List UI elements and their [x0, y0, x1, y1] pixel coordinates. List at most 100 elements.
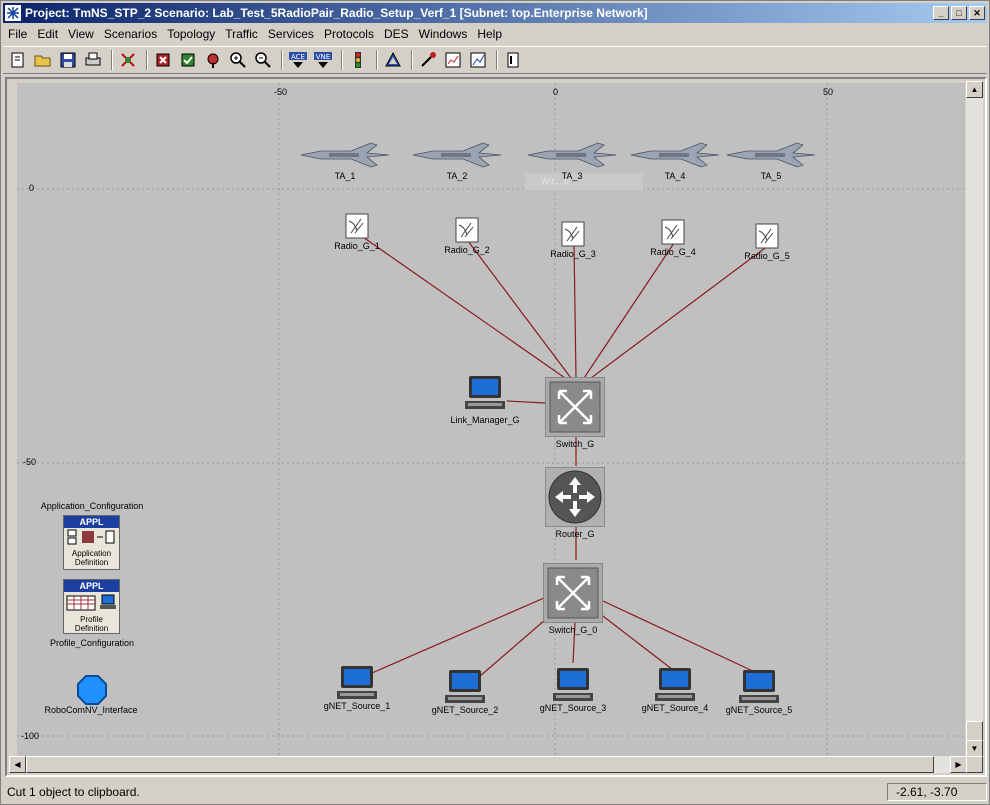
menu-protocols[interactable]: Protocols [319, 27, 379, 41]
radio-node[interactable] [345, 213, 369, 242]
coordinate-readout: -2.61, -3.70 [887, 783, 987, 801]
aircraft-label: TA_5 [760, 171, 782, 181]
menu-traffic[interactable]: Traffic [220, 27, 263, 41]
switch-icon [544, 376, 606, 438]
window-title: Project: TmNS_STP_2 Scenario: Lab_Test_5… [25, 6, 648, 20]
workstation-icon [655, 668, 695, 701]
aircraft-icon [527, 142, 617, 168]
source-node[interactable] [553, 667, 593, 706]
scroll-up-button[interactable]: ▲ [966, 81, 983, 98]
profile-config-caption-1: Profile [80, 615, 103, 624]
return-parent-icon[interactable] [202, 49, 224, 71]
menu-topology[interactable]: Topology [162, 27, 220, 41]
network-canvas[interactable]: -50 0 50 0 -50 -100 Wir... p TA_1 TA_2 TA_… [17, 83, 965, 757]
app-icon [5, 5, 21, 21]
app-config-node[interactable]: APPL Application Definition [63, 515, 120, 570]
hide-graphs-icon[interactable] [417, 49, 439, 71]
radio-antenna-icon [755, 223, 779, 249]
source-label: gNET_Source_4 [641, 703, 709, 713]
close-button[interactable]: ✕ [969, 6, 985, 20]
menu-windows[interactable]: Windows [414, 27, 473, 41]
aircraft-icon [300, 142, 390, 168]
title-bar[interactable]: Project: TmNS_STP_2 Scenario: Lab_Test_5… [3, 3, 987, 23]
zoom-in-icon[interactable] [227, 49, 249, 71]
source-label: gNET_Source_5 [725, 705, 793, 715]
results-icon[interactable] [382, 49, 404, 71]
svg-text:ACE: ACE [291, 53, 305, 61]
aircraft-node[interactable] [526, 141, 618, 172]
radio-node[interactable] [661, 219, 685, 248]
scroll-right-button[interactable]: ▶ [950, 756, 967, 773]
vertical-scrollbar[interactable]: ▲ ▼ [966, 81, 983, 757]
new-project-icon[interactable] [7, 49, 29, 71]
aircraft-icon [726, 142, 816, 168]
object-palette-icon[interactable] [117, 49, 139, 71]
application-icon [67, 529, 115, 545]
source-node[interactable] [337, 665, 377, 704]
scroll-down-button[interactable]: ▼ [966, 740, 983, 757]
link-manager-node[interactable] [465, 375, 505, 414]
workstation-icon [337, 666, 377, 699]
radio-label: Radio_G_5 [744, 251, 790, 261]
source-node[interactable] [445, 669, 485, 708]
horizontal-scrollbar[interactable]: ◀ ▶ [9, 756, 967, 773]
vne-icon[interactable]: VNE [312, 49, 334, 71]
scroll-thumb-h[interactable] [26, 756, 934, 773]
aircraft-node[interactable] [629, 141, 721, 172]
y-tick-neg100: -100 [21, 731, 40, 741]
menu-view[interactable]: View [63, 27, 99, 41]
menu-help[interactable]: Help [472, 27, 507, 41]
menu-services[interactable]: Services [263, 27, 319, 41]
y-tick-neg50: -50 [23, 457, 37, 467]
scroll-thumb-v[interactable] [966, 721, 983, 741]
toolbar: ACE VNE [3, 46, 987, 74]
save-icon[interactable] [57, 49, 79, 71]
radio-node[interactable] [755, 223, 779, 252]
robocom-node[interactable] [77, 675, 107, 708]
open-icon[interactable] [32, 49, 54, 71]
switch-g-label: Switch_G [555, 439, 595, 449]
navigate-corner-button[interactable] [966, 756, 983, 773]
recover-node-icon[interactable] [177, 49, 199, 71]
aircraft-node[interactable] [725, 141, 817, 172]
aircraft-icon [412, 142, 502, 168]
switch-g0-node[interactable] [542, 562, 604, 626]
scroll-left-button[interactable]: ◀ [9, 756, 26, 773]
workstation-icon [465, 376, 505, 409]
svg-text:VNE: VNE [316, 53, 330, 61]
toolbar-separator [146, 50, 148, 70]
router-g-node[interactable] [544, 466, 606, 530]
link-manager-label: Link_Manager_G [450, 415, 520, 425]
fail-node-icon[interactable] [152, 49, 174, 71]
view-results-icon[interactable] [442, 49, 464, 71]
aircraft-node[interactable] [411, 141, 503, 172]
web-report-icon[interactable] [467, 49, 489, 71]
x-tick-50: 50 [823, 87, 834, 97]
source-node[interactable] [739, 669, 779, 708]
menu-scenarios[interactable]: Scenarios [99, 27, 162, 41]
app-config-caption-2: Definition [74, 558, 109, 567]
menu-edit[interactable]: Edit [32, 27, 63, 41]
aircraft-label: TA_3 [561, 171, 583, 181]
ace-icon[interactable]: ACE [287, 49, 309, 71]
menu-des[interactable]: DES [379, 27, 414, 41]
workstation-icon [445, 670, 485, 703]
toolbar-separator [341, 50, 343, 70]
zoom-out-icon[interactable] [252, 49, 274, 71]
octagon-icon [77, 675, 107, 705]
notes-icon[interactable] [502, 49, 524, 71]
print-icon[interactable] [82, 49, 104, 71]
radio-node[interactable] [455, 217, 479, 246]
profile-config-node[interactable]: APPL Profile Definition [63, 579, 120, 634]
source-label: gNET_Source_3 [539, 703, 607, 713]
maximize-button[interactable]: □ [951, 6, 967, 20]
switch-g0-label: Switch_G_0 [548, 625, 598, 635]
aircraft-node[interactable] [299, 141, 391, 172]
source-node[interactable] [655, 667, 695, 706]
switch-g-node[interactable] [544, 376, 606, 440]
menu-file[interactable]: File [3, 27, 32, 41]
minimize-button[interactable]: _ [933, 6, 949, 20]
radio-node[interactable] [561, 221, 585, 250]
configure-sim-icon[interactable] [347, 49, 369, 71]
x-tick-neg50: -50 [274, 87, 288, 97]
